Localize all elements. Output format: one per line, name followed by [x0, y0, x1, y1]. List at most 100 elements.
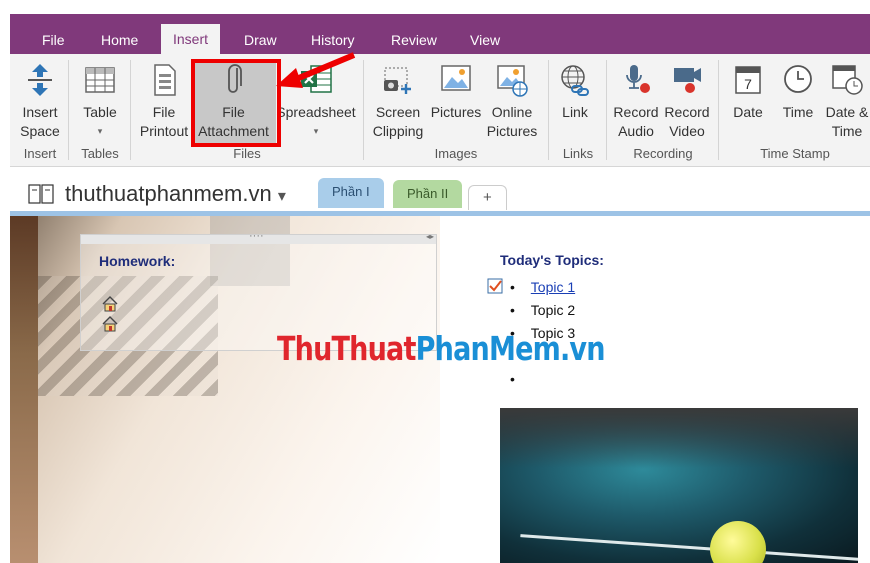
calendar-clock-icon — [832, 65, 863, 95]
notebook-name[interactable]: thuthuatphanmem.vn ▾ — [65, 181, 286, 207]
screen-clipping-icon — [384, 67, 411, 94]
section-tab-phan-1[interactable]: Phần I — [318, 178, 384, 208]
date-label: Date — [733, 104, 763, 120]
file-printout-icon — [154, 64, 176, 96]
link-label: Link — [562, 104, 588, 120]
online-pictures-label-1: Online — [491, 104, 533, 120]
table-icon — [85, 67, 115, 93]
notebook-name-text: thuthuatphanmem.vn — [65, 181, 272, 206]
tab-view[interactable]: View — [464, 30, 506, 50]
record-audio-button[interactable]: Record Audio — [610, 54, 662, 144]
file-printout-label-1: File — [152, 104, 176, 120]
insert-space-label-2: Space — [20, 123, 60, 139]
page-canvas[interactable]: ···· ◂▸ Homework: Today's Topics: • Topi… — [10, 216, 870, 563]
ribbon-insert: Insert Space Table ▾ File Printout File … — [10, 54, 870, 167]
record-video-label-1: Record — [664, 104, 710, 120]
ribbon-tab-bar: File Home Insert Draw History Review Vie… — [10, 14, 870, 54]
checkbox-checked-icon[interactable] — [487, 278, 503, 294]
resize-handle-icon[interactable]: ◂▸ — [426, 232, 434, 241]
pictures-button[interactable]: Pictures — [428, 54, 484, 144]
date-button[interactable]: 7 Date — [724, 54, 772, 144]
divider — [718, 60, 719, 160]
tab-insert[interactable]: Insert — [161, 24, 221, 54]
chevron-down-icon[interactable]: ▾ — [278, 188, 286, 205]
list-item[interactable]: • Topic 1 — [510, 276, 575, 299]
tennis-ball — [710, 521, 766, 563]
topic-1-link[interactable]: Topic 1 — [531, 279, 575, 295]
video-camera-icon — [674, 68, 701, 93]
file-printout-button[interactable]: File Printout — [138, 54, 190, 144]
window-top-strip — [0, 0, 870, 14]
photo-court-line — [520, 534, 858, 561]
topic-2-text: Topic 2 — [530, 302, 576, 318]
table-button[interactable]: Table ▾ — [74, 54, 126, 144]
online-pictures-icon — [497, 65, 528, 97]
spreadsheet-dropdown-arrow: ▾ — [313, 126, 319, 136]
divider — [130, 60, 131, 160]
homework-title: Homework: — [99, 253, 176, 269]
tab-draw[interactable]: Draw — [238, 30, 283, 50]
note-container-handle[interactable]: ···· ◂▸ — [81, 230, 436, 244]
tennis-photo[interactable] — [500, 408, 858, 563]
tab-home[interactable]: Home — [95, 30, 144, 50]
insert-space-icon — [28, 64, 52, 96]
table-label: Table — [83, 104, 117, 120]
date-time-button[interactable]: Date & Time — [822, 54, 870, 144]
insert-space-label-1: Insert — [22, 104, 58, 120]
time-button[interactable]: Time — [774, 54, 822, 144]
online-pictures-button[interactable]: Online Pictures — [484, 54, 540, 144]
link-button[interactable]: Link — [552, 54, 598, 144]
photo-top-shadow — [500, 408, 858, 468]
group-label-links: Links — [562, 146, 594, 161]
microphone-icon — [626, 65, 650, 93]
date-time-label-2: Time — [831, 123, 863, 139]
divider — [363, 60, 364, 160]
date-time-label-1: Date & — [825, 104, 869, 120]
group-label-time-stamp: Time Stamp — [760, 146, 830, 161]
record-video-label-2: Video — [669, 123, 705, 139]
tab-file[interactable]: File — [36, 30, 71, 50]
group-label-insert: Insert — [23, 146, 57, 161]
pictures-label: Pictures — [430, 104, 482, 120]
table-dropdown-arrow: ▾ — [97, 126, 103, 136]
home-tag-icon[interactable] — [101, 295, 119, 313]
group-label-images: Images — [434, 146, 478, 161]
tab-review[interactable]: Review — [385, 30, 443, 50]
insert-space-button[interactable]: Insert Space — [14, 54, 66, 144]
clock-icon — [784, 65, 812, 93]
tab-history[interactable]: History — [305, 30, 361, 50]
background-book-spine — [10, 216, 38, 563]
list-item[interactable]: • Topic 2 — [510, 299, 575, 322]
online-pictures-label-2: Pictures — [486, 123, 538, 139]
notebook-bar: thuthuatphanmem.vn ▾ Phần I Phần II + — [10, 167, 870, 211]
notebook-icon — [28, 184, 54, 204]
group-label-recording: Recording — [633, 146, 693, 161]
watermark-logo: ThuThuatPhanMem.vn — [277, 329, 606, 368]
group-label-files: Files — [233, 146, 261, 161]
file-printout-label-2: Printout — [139, 123, 189, 139]
annotation-arrow-icon — [276, 52, 356, 88]
screen-clipping-label-2: Clipping — [372, 123, 424, 139]
annotation-highlight-box — [191, 59, 281, 147]
screen-clipping-label-1: Screen — [375, 104, 421, 120]
divider — [606, 60, 607, 160]
topics-title: Today's Topics: — [500, 252, 604, 268]
section-tab-phan-2[interactable]: Phần II — [393, 180, 463, 208]
divider — [548, 60, 549, 160]
add-section-button[interactable]: + — [468, 185, 507, 210]
drag-grip-icon[interactable]: ···· — [249, 230, 264, 242]
calendar-date-icon: 7 — [735, 66, 761, 94]
pictures-icon — [441, 65, 471, 91]
link-globe-icon — [561, 65, 589, 96]
time-label: Time — [782, 104, 814, 120]
divider — [68, 60, 69, 160]
screen-clipping-button[interactable]: Screen Clipping — [368, 54, 428, 144]
home-tag-icon[interactable] — [101, 315, 119, 333]
spreadsheet-label: Spreadsheet — [276, 104, 356, 120]
svg-text:7: 7 — [744, 76, 752, 92]
record-audio-label-1: Record — [613, 104, 659, 120]
group-label-tables: Tables — [81, 146, 119, 161]
record-audio-label-2: Audio — [618, 123, 654, 139]
list-item[interactable]: • — [510, 368, 575, 391]
record-video-button[interactable]: Record Video — [662, 54, 712, 144]
